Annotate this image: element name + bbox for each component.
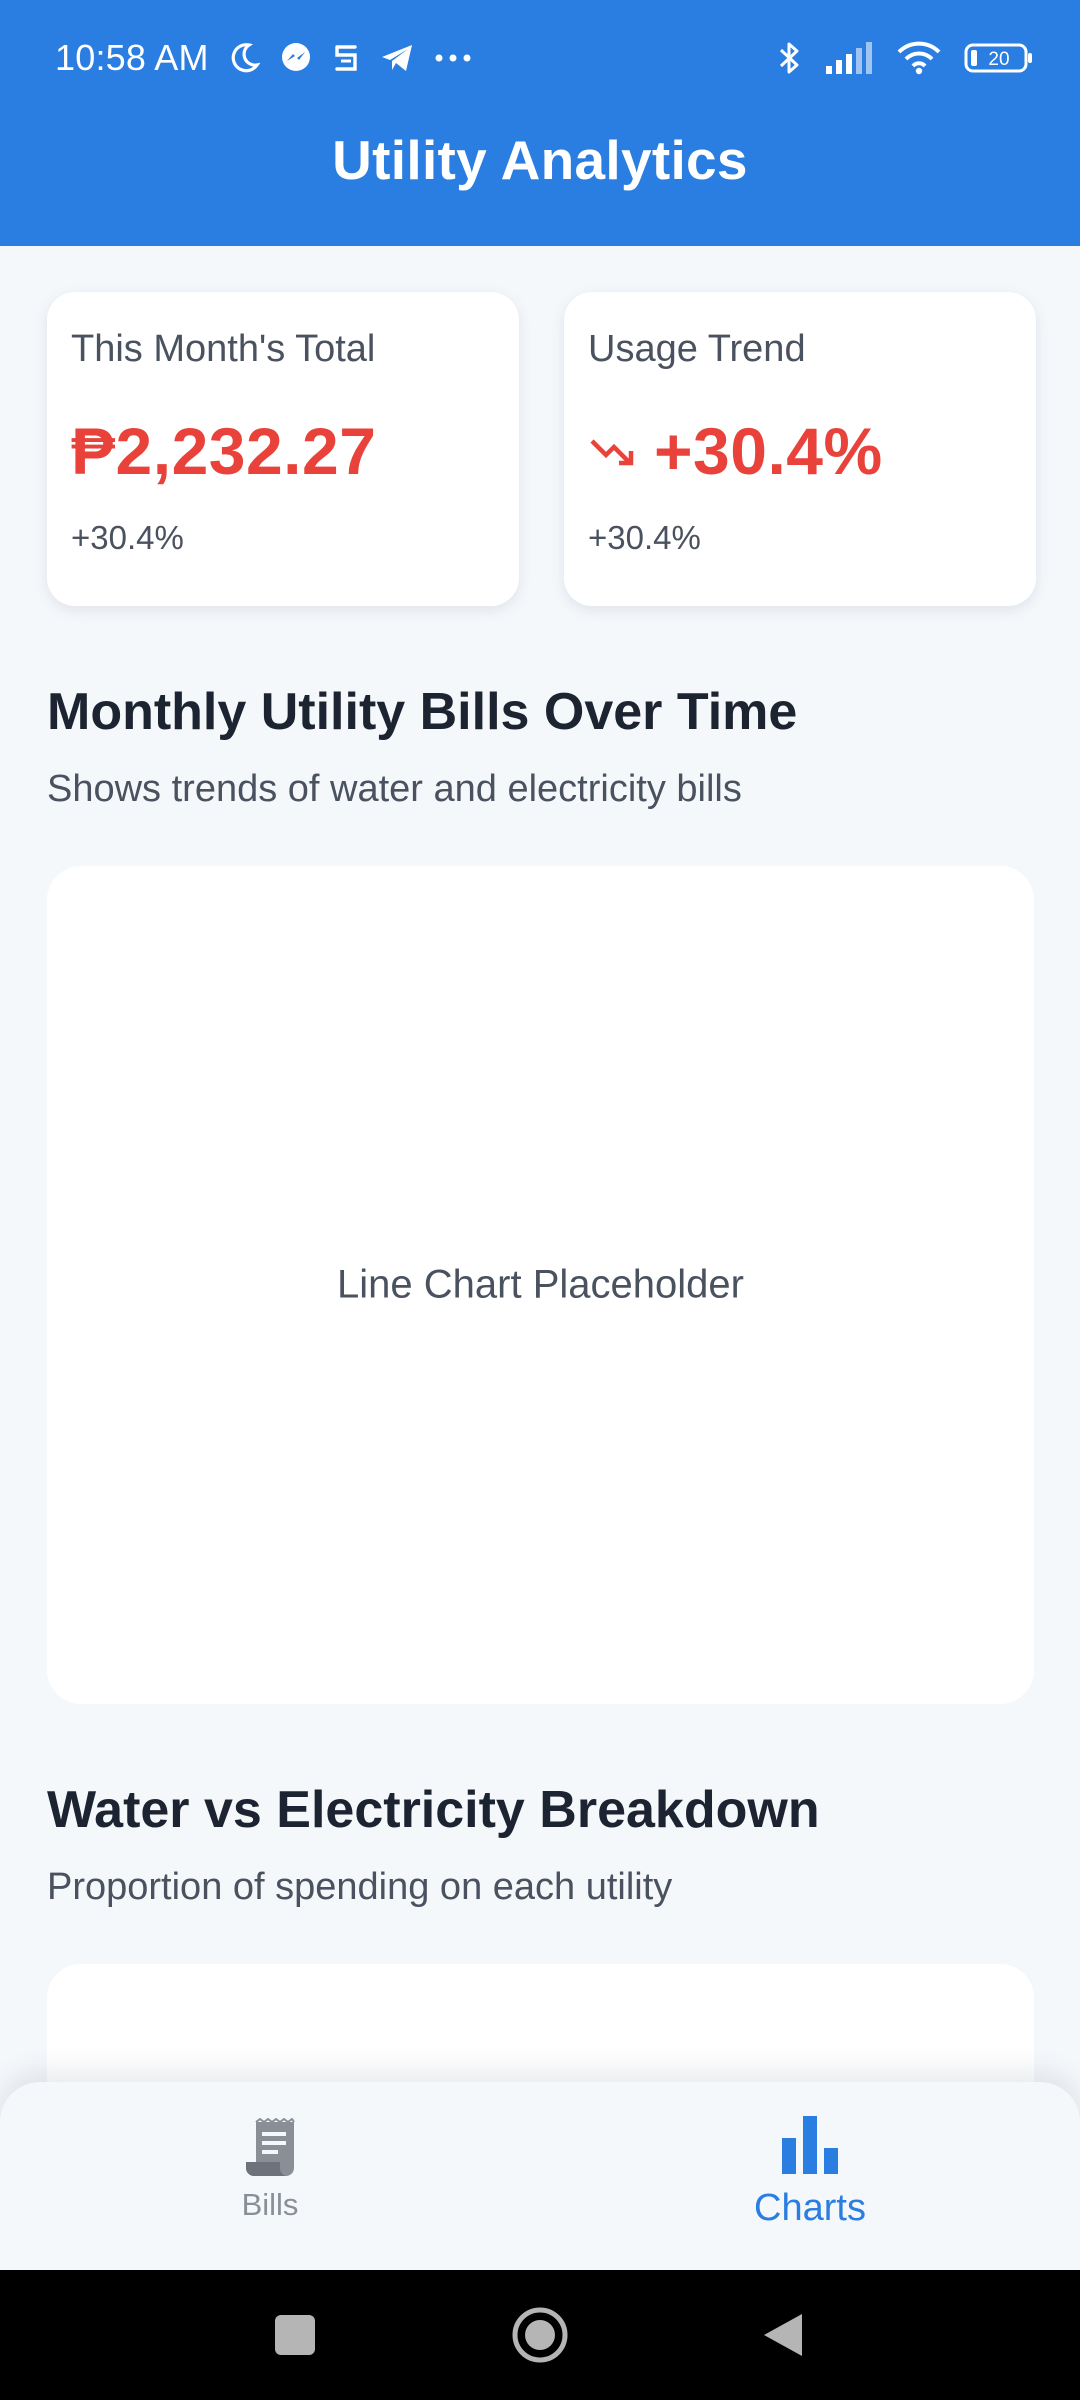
breakdown-title: Water vs Electricity Breakdown: [47, 1781, 820, 1839]
app-header: 10:58 AM 20 Utility Analytics: [0, 0, 1080, 246]
messenger-icon: [279, 41, 313, 75]
status-time: 10:58 AM: [55, 36, 209, 78]
usage-trend-value: +30.4%: [654, 414, 883, 488]
trending-down-icon: [588, 431, 640, 471]
page-title: Utility Analytics: [332, 129, 748, 191]
battery-icon: 20: [964, 41, 1034, 75]
sim-icon: [331, 41, 361, 75]
status-left: 10:58 AM: [55, 37, 473, 79]
bar-chart-icon: [780, 2116, 840, 2179]
battery-level: 20: [988, 49, 1009, 70]
usage-trend-change: +30.4%: [588, 519, 701, 556]
monthly-total-card: This Month's Total ₱2,232.27 +30.4%: [47, 292, 519, 606]
wifi-icon: [896, 41, 942, 75]
nav-item-bills[interactable]: Bills: [120, 2082, 420, 2270]
bottom-nav: Bills Charts: [0, 2082, 1080, 2270]
bills-over-time-subtitle: Shows trends of water and electricity bi…: [47, 768, 742, 810]
monthly-total-label: This Month's Total: [71, 328, 376, 370]
bluetooth-icon: [776, 39, 802, 77]
usage-trend-value-row: +30.4%: [588, 413, 1012, 489]
more-dots-icon: [433, 52, 473, 64]
breakdown-subtitle: Proportion of spending on each utility: [47, 1866, 673, 1908]
monthly-total-value: ₱2,232.27: [71, 414, 377, 488]
line-chart-card: Line Chart Placeholder: [47, 866, 1034, 1704]
system-nav-bar: [0, 2270, 1080, 2400]
back-triangle-icon[interactable]: [762, 2270, 804, 2400]
status-bar: 10:58 AM 20: [0, 0, 1080, 115]
status-right: 20: [754, 39, 1034, 77]
nav-label-charts: Charts: [754, 2187, 866, 2229]
telegram-icon: [379, 41, 415, 75]
bills-over-time-title: Monthly Utility Bills Over Time: [47, 683, 798, 741]
signal-icon: [824, 41, 874, 74]
monthly-total-change: +30.4%: [71, 519, 184, 556]
recents-square-icon[interactable]: [274, 2270, 316, 2400]
usage-trend-label: Usage Trend: [588, 328, 806, 370]
line-chart-placeholder: Line Chart Placeholder: [337, 1262, 744, 1307]
usage-trend-card: Usage Trend +30.4% +30.4%: [564, 292, 1036, 606]
moon-icon: [227, 41, 261, 75]
receipt-icon: [242, 2117, 298, 2183]
nav-label-bills: Bills: [241, 2187, 299, 2222]
home-circle-icon[interactable]: [511, 2270, 569, 2400]
nav-item-charts[interactable]: Charts: [660, 2082, 960, 2270]
